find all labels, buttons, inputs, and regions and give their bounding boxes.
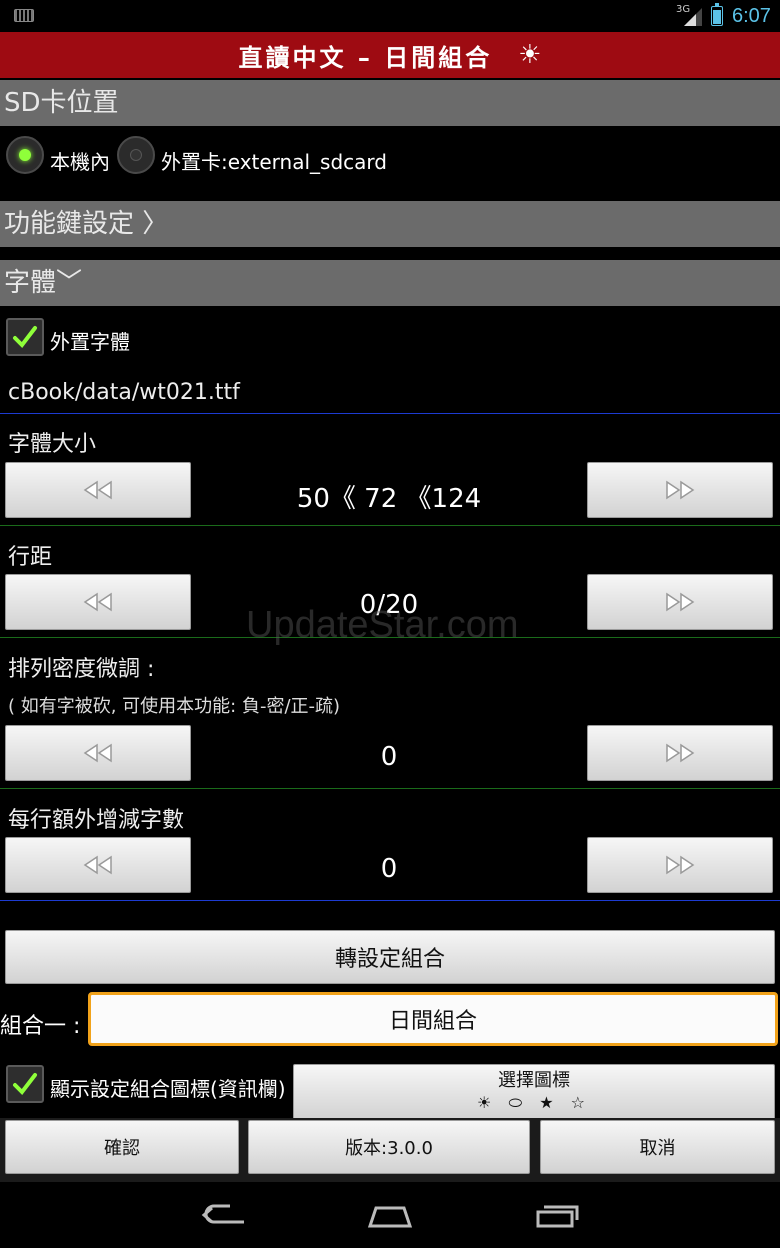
home-icon[interactable]	[366, 1202, 414, 1230]
line-spacing-decrease-button[interactable]	[5, 574, 191, 630]
divider	[0, 788, 780, 789]
checkmark-icon	[13, 1073, 37, 1096]
radio-external[interactable]	[117, 136, 155, 174]
divider	[0, 900, 780, 901]
version-button[interactable]: 版本:3.0.0	[248, 1120, 530, 1174]
divider	[0, 413, 780, 414]
density-value: 0	[380, 742, 398, 772]
density-decrease-button[interactable]	[5, 725, 191, 781]
line-spacing-label: 行距	[8, 545, 53, 570]
rewind-icon	[83, 855, 112, 875]
title-bar: 直讀中文 – 日間組合 ☀	[0, 32, 780, 78]
clock: 6:07	[732, 5, 771, 27]
external-font-checkbox[interactable]	[6, 318, 44, 356]
rewind-icon	[83, 743, 112, 763]
choose-icon-button[interactable]: 選擇圖標 ☀ ⬭ ★ ☆	[293, 1064, 775, 1120]
density-increase-button[interactable]	[587, 725, 773, 781]
watermark: UpdateStar.com	[246, 604, 519, 646]
status-bar: 3G 6:07	[0, 0, 780, 32]
font-path[interactable]: cBook/data/wt021.ttf	[8, 380, 240, 405]
show-icon-checkbox[interactable]	[6, 1065, 44, 1103]
confirm-button[interactable]: 確認	[5, 1120, 239, 1174]
back-icon[interactable]	[200, 1202, 248, 1230]
sun-icon: ☀	[518, 40, 542, 70]
font-size-label: 字體大小	[8, 432, 97, 457]
choose-icon-label: 選擇圖標	[498, 1070, 570, 1091]
font-size-decrease-button[interactable]	[5, 462, 191, 518]
navigation-bar	[0, 1184, 780, 1248]
fast-forward-icon	[666, 855, 695, 875]
fast-forward-icon	[666, 480, 695, 500]
combo-label: 組合一 :	[0, 1014, 81, 1039]
recent-apps-icon[interactable]	[534, 1202, 580, 1230]
fast-forward-icon	[666, 743, 695, 763]
page-title: 直讀中文 – 日間組合	[238, 43, 493, 72]
font-header[interactable]: 字體﹀	[0, 260, 780, 306]
line-spacing-increase-button[interactable]	[587, 574, 773, 630]
density-label: 排列密度微調 :	[8, 657, 155, 682]
sd-location-header: SD卡位置	[0, 80, 780, 126]
font-size-increase-button[interactable]	[587, 462, 773, 518]
radio-external-label[interactable]: 外置卡:external_sdcard	[161, 146, 387, 175]
extra-chars-decrease-button[interactable]	[5, 837, 191, 893]
radio-internal[interactable]	[6, 136, 44, 174]
density-hint: ( 如有字被砍, 可使用本功能: 負-密/正-疏)	[8, 696, 341, 717]
checkmark-icon	[13, 326, 37, 349]
rewind-icon	[83, 480, 112, 500]
battery-icon	[711, 3, 723, 26]
signal-icon	[684, 8, 702, 26]
function-keys-header[interactable]: 功能鍵設定 〉	[0, 201, 780, 247]
icon-options: ☀ ⬭ ★ ☆	[477, 1093, 591, 1112]
extra-chars-label: 每行額外增減字數	[8, 808, 185, 833]
extra-chars-increase-button[interactable]	[587, 837, 773, 893]
external-font-label[interactable]: 外置字體	[50, 326, 130, 355]
switch-combo-button[interactable]: 轉設定組合	[5, 930, 775, 984]
divider	[0, 525, 780, 526]
keyboard-icon	[14, 9, 34, 22]
fast-forward-icon	[666, 592, 695, 612]
show-icon-label[interactable]: 顯示設定組合圖標(資訊欄)	[50, 1073, 286, 1102]
combo-name-input[interactable]: 日間組合	[88, 992, 778, 1046]
font-size-value: 50《 72 《124	[296, 484, 482, 514]
radio-internal-label[interactable]: 本機內	[50, 146, 110, 175]
cancel-button[interactable]: 取消	[540, 1120, 775, 1174]
extra-chars-value: 0	[380, 854, 398, 884]
rewind-icon	[83, 592, 112, 612]
